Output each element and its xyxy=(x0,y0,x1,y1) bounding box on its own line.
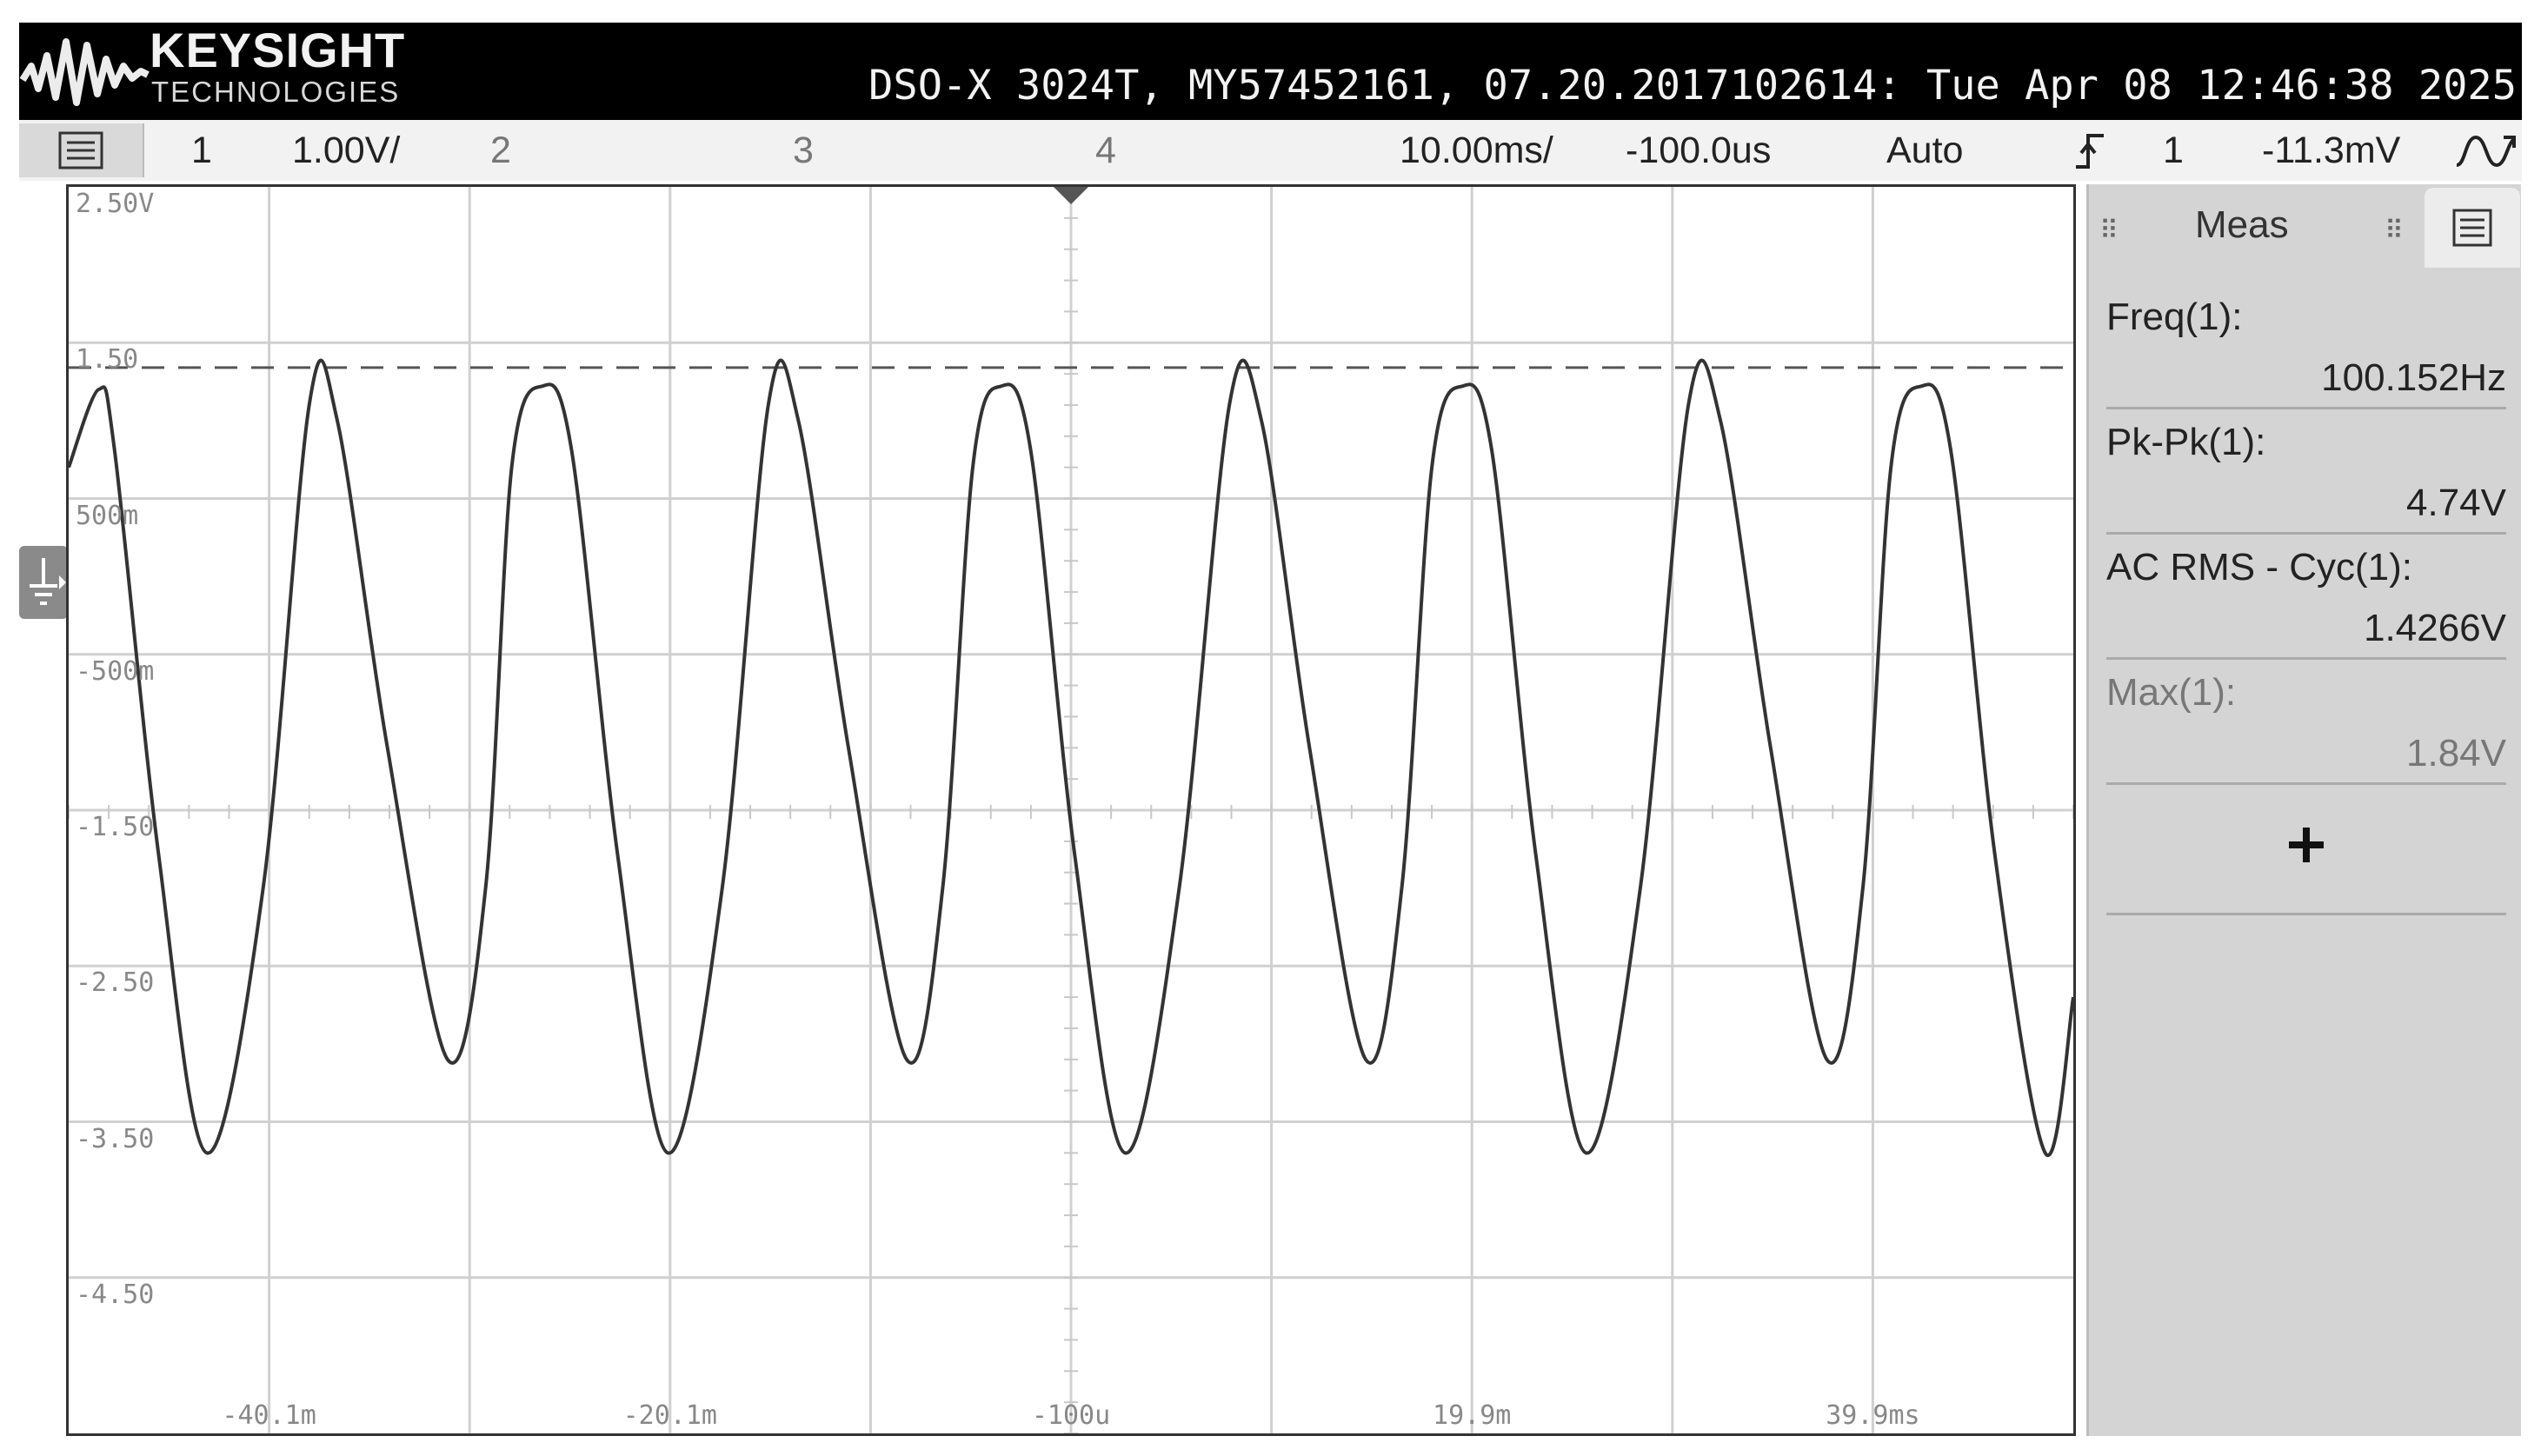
measurement-max[interactable]: Max(1): 1.84V xyxy=(2106,671,2506,793)
acquisition-mode-icon[interactable] xyxy=(2453,127,2518,174)
divider xyxy=(2106,657,2506,660)
brand-name: KEYSIGHT xyxy=(150,23,406,77)
menu-icon xyxy=(58,131,103,170)
time-tick-label: -40.1m xyxy=(222,1400,316,1431)
add-measurement-icon[interactable] xyxy=(2280,819,2332,871)
voltage-tick-label: -4.50 xyxy=(76,1279,155,1310)
ground-icon xyxy=(30,558,66,605)
measurement-ac-rms[interactable]: AC RMS - Cyc(1): 1.4266V xyxy=(2106,546,2506,668)
measurement-value: 1.4266V xyxy=(2364,607,2506,649)
voltage-tick-label: 1.50 xyxy=(76,344,139,376)
meas-tab[interactable]: ⠿ Meas ⠿ xyxy=(2089,184,2419,268)
divider xyxy=(2106,532,2506,535)
meas-menu-button[interactable] xyxy=(2425,188,2520,268)
voltage-tick-label: -2.50 xyxy=(76,967,155,999)
brand-subtitle: TECHNOLOGIES xyxy=(151,76,401,108)
channel-1-button[interactable]: 1 xyxy=(191,127,212,174)
measurements-panel: ⠿ Meas ⠿ Freq(1): 100.152Hz Pk-Pk(1): 4.… xyxy=(2086,184,2521,1436)
measurement-label: Pk-Pk(1): xyxy=(2106,421,2266,463)
time-tick-label: -20.1m xyxy=(622,1400,717,1431)
time-tick-label: -100u xyxy=(1031,1400,1111,1431)
trigger-edge-icon[interactable] xyxy=(2072,130,2107,172)
channel-4-button[interactable]: 4 xyxy=(1095,127,1116,174)
measurement-label: Max(1): xyxy=(2106,671,2237,714)
drag-grip-icon[interactable]: ⠿ xyxy=(2099,216,2119,246)
menu-icon xyxy=(2452,209,2492,247)
voltage-tick-label: 2.50V xyxy=(76,189,155,219)
voltage-tick-label: -500m xyxy=(76,655,155,687)
voltage-tick-label: -3.50 xyxy=(76,1123,155,1154)
horizontal-delay[interactable]: -100.0us xyxy=(1626,127,1771,174)
scope-info: DSO-X 3024T, MY57452161, 07.20.201710261… xyxy=(868,62,2517,110)
trigger-mode[interactable]: Auto xyxy=(1886,127,1963,174)
trigger-source[interactable]: 1 xyxy=(2163,127,2184,174)
measurement-label: AC RMS - Cyc(1): xyxy=(2106,546,2412,588)
channel-1-scale[interactable]: 1.00V/ xyxy=(292,127,400,174)
keysight-logo-icon xyxy=(19,38,150,106)
measurement-value: 100.152Hz xyxy=(2321,356,2506,399)
meas-tab-label: Meas xyxy=(2195,203,2289,246)
time-tick-label: 39.9ms xyxy=(1826,1400,1920,1431)
measurement-value: 4.74V xyxy=(2406,482,2506,524)
measurement-pk-pk[interactable]: Pk-Pk(1): 4.74V xyxy=(2106,421,2506,542)
channel-1-ground-marker[interactable] xyxy=(19,546,68,619)
divider xyxy=(2106,913,2506,915)
title-bar: KEYSIGHT TECHNOLOGIES DSO-X 3024T, MY574… xyxy=(19,23,2522,120)
measurement-freq[interactable]: Freq(1): 100.152Hz xyxy=(2106,296,2506,417)
drag-grip-icon[interactable]: ⠿ xyxy=(2385,216,2404,246)
divider xyxy=(2106,407,2506,409)
trigger-position-marker xyxy=(1054,187,1088,204)
channel-3-button[interactable]: 3 xyxy=(793,127,814,174)
waveform-display[interactable]: 2.50V 1.50 500m -500m -1.50 -2.50 -3.50 -4.50 -… xyxy=(66,184,2076,1436)
main-menu-button[interactable] xyxy=(19,123,144,177)
trigger-level[interactable]: -11.3mV xyxy=(2262,127,2400,174)
settings-bar: 1 1.00V/ 2 3 4 10.00ms/ -100.0us Auto 1 … xyxy=(19,120,2522,181)
divider xyxy=(2106,782,2506,785)
time-tick-label: 19.9m xyxy=(1433,1400,1512,1431)
voltage-tick-label: 500m xyxy=(76,500,139,531)
channel-2-button[interactable]: 2 xyxy=(490,127,511,174)
voltage-tick-label: -1.50 xyxy=(76,812,155,842)
timebase-scale[interactable]: 10.00ms/ xyxy=(1400,127,1553,174)
measurement-label: Freq(1): xyxy=(2106,296,2243,338)
measurement-value: 1.84V xyxy=(2406,732,2506,775)
waveform-plot xyxy=(69,187,2073,1433)
